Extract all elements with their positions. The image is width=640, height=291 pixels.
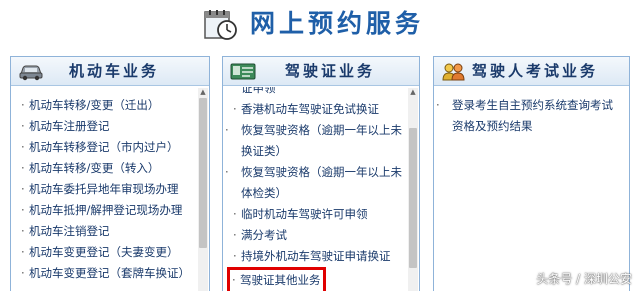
exam-panel-header: 驾驶人考试业务 bbox=[434, 57, 629, 86]
exam-panel: 驾驶人考试业务 · 登录考生自主预约系统查询考试资格及预约结果 bbox=[433, 56, 630, 291]
list-item[interactable]: · 机动车变更登记（夫妻变更） bbox=[21, 242, 191, 263]
calendar-clock-icon bbox=[204, 10, 237, 40]
vehicle-list-container: · 机动车转移/变更（迁出） · 机动车注册登记 · 机动车转移登记（市内过户） · 机… bbox=[11, 87, 209, 291]
exam-list-container: · 登录考生自主预约系统查询考试资格及预约结果 bbox=[434, 87, 629, 291]
list-item[interactable]: · 机动车变更登记（套牌车换证） bbox=[21, 263, 191, 284]
list-item[interactable]: · 机动车注销登记 bbox=[21, 221, 191, 242]
vehicle-panel-title: 机动车业务 bbox=[69, 62, 160, 80]
list-item[interactable]: · 满分考试 bbox=[233, 225, 401, 246]
list-item[interactable]: · 登录考生自主预约系统查询考试资格及预约结果 bbox=[436, 95, 616, 137]
list-item[interactable]: · 恢复驾驶资格（逾期一年以上未换证类） bbox=[225, 120, 405, 162]
vehicle-scrollbar[interactable]: ▲ bbox=[198, 88, 208, 291]
license-list-container: 证申领 · 香港机动车驾驶证免试换证 · 恢复驾驶资格（逾期一年以上未换证类） · 恢… bbox=[223, 87, 419, 291]
list-item[interactable]: · 机动车转移/变更（迁出） bbox=[21, 95, 191, 116]
page-header: 网上预约服务 bbox=[0, 0, 640, 52]
highlight-box[interactable]: · 驾驶证其他业务 bbox=[227, 267, 326, 291]
list-item[interactable]: · 机动车抵押/解押登记现场办理 bbox=[21, 200, 191, 221]
vehicle-list: · 机动车转移/变更（迁出） · 机动车注册登记 · 机动车转移登记（市内过户） · 机… bbox=[11, 87, 209, 284]
page-title: 网上预约服务 bbox=[250, 9, 425, 38]
license-scrollbar[interactable]: ▲ bbox=[408, 88, 418, 291]
license-panel: 驾驶证业务 证申领 · 香港机动车驾驶证免试换证 · 恢复驾驶资格（逾期一年以上未换… bbox=[222, 56, 420, 291]
list-item-highlighted[interactable]: · 驾驶证其他业务 bbox=[227, 267, 401, 291]
scroll-thumb[interactable] bbox=[199, 98, 207, 248]
exam-list: · 登录考生自主预约系统查询考试资格及预约结果 bbox=[434, 87, 629, 137]
list-item[interactable]: · 临时机动车驾驶许可申领 bbox=[233, 204, 401, 225]
vehicle-panel: 机动车业务 · 机动车转移/变更（迁出） · 机动车注册登记 · 机动车转移登记（市内… bbox=[10, 56, 210, 291]
license-panel-header: 驾驶证业务 bbox=[223, 57, 419, 86]
list-item[interactable]: · 机动车委托异地年审现场办理 bbox=[21, 179, 191, 200]
scroll-thumb[interactable] bbox=[409, 128, 417, 268]
users-icon bbox=[442, 63, 465, 81]
list-item[interactable]: · 机动车注册登记 bbox=[21, 116, 191, 137]
id-card-icon bbox=[230, 63, 256, 80]
exam-panel-title: 驾驶人考试业务 bbox=[472, 62, 599, 80]
list-item[interactable]: · 机动车转移/变更（转入） bbox=[21, 158, 191, 179]
watermark: 头条号 / 深圳公安 bbox=[536, 272, 632, 286]
scroll-up-arrow[interactable]: ▲ bbox=[198, 88, 208, 97]
list-item[interactable]: · 香港机动车驾驶证免试换证 bbox=[233, 99, 401, 120]
license-panel-title: 驾驶证业务 bbox=[285, 62, 376, 80]
list-item[interactable]: · 持境外机动车驾驶证申请换证 bbox=[233, 246, 401, 267]
scroll-up-arrow[interactable]: ▲ bbox=[408, 88, 418, 97]
car-icon bbox=[19, 65, 43, 81]
list-item[interactable]: · 恢复驾驶资格（逾期一年以上未体检类） bbox=[225, 162, 405, 204]
list-item[interactable]: · 机动车转移登记（市内过户） bbox=[21, 137, 191, 158]
license-list: 证申领 · 香港机动车驾驶证免试换证 · 恢复驾驶资格（逾期一年以上未换证类） · 恢… bbox=[223, 87, 419, 291]
list-item-partial[interactable]: 证申领 bbox=[233, 87, 401, 99]
vehicle-panel-header: 机动车业务 bbox=[11, 57, 209, 86]
